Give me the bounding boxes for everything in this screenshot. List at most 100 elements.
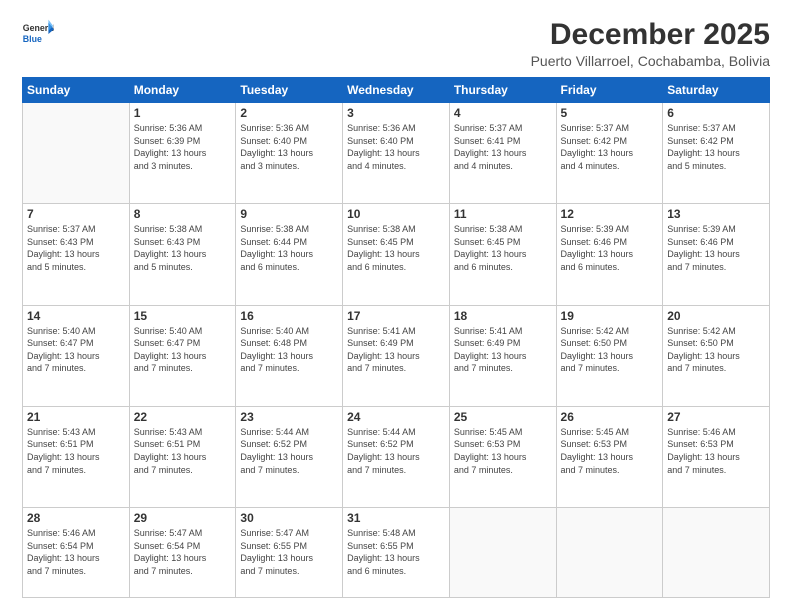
day-info: Sunrise: 5:47 AM Sunset: 6:55 PM Dayligh… [240, 527, 338, 577]
calendar-cell [449, 508, 556, 598]
day-info: Sunrise: 5:44 AM Sunset: 6:52 PM Dayligh… [240, 426, 338, 476]
day-info: Sunrise: 5:37 AM Sunset: 6:43 PM Dayligh… [27, 223, 125, 273]
day-info: Sunrise: 5:40 AM Sunset: 6:48 PM Dayligh… [240, 325, 338, 375]
day-number: 19 [561, 309, 659, 323]
day-info: Sunrise: 5:37 AM Sunset: 6:41 PM Dayligh… [454, 122, 552, 172]
day-info: Sunrise: 5:36 AM Sunset: 6:39 PM Dayligh… [134, 122, 232, 172]
calendar-cell: 14 Sunrise: 5:40 AM Sunset: 6:47 PM Dayli… [23, 305, 130, 406]
day-number: 12 [561, 207, 659, 221]
calendar-cell: 12 Sunrise: 5:39 AM Sunset: 6:46 PM Dayli… [556, 204, 663, 305]
day-info: Sunrise: 5:42 AM Sunset: 6:50 PM Dayligh… [561, 325, 659, 375]
logo-icon: General Blue [22, 18, 54, 50]
day-number: 8 [134, 207, 232, 221]
day-header: Sunday [23, 78, 130, 103]
calendar-cell [663, 508, 770, 598]
day-info: Sunrise: 5:37 AM Sunset: 6:42 PM Dayligh… [561, 122, 659, 172]
calendar-cell: 22 Sunrise: 5:43 AM Sunset: 6:51 PM Dayli… [129, 406, 236, 507]
day-number: 28 [27, 511, 125, 525]
calendar-cell: 19 Sunrise: 5:42 AM Sunset: 6:50 PM Dayli… [556, 305, 663, 406]
calendar-cell: 26 Sunrise: 5:45 AM Sunset: 6:53 PM Dayli… [556, 406, 663, 507]
calendar-cell: 2 Sunrise: 5:36 AM Sunset: 6:40 PM Daylig… [236, 103, 343, 204]
day-info: Sunrise: 5:46 AM Sunset: 6:53 PM Dayligh… [667, 426, 765, 476]
calendar: SundayMondayTuesdayWednesdayThursdayFrid… [22, 77, 770, 598]
day-number: 24 [347, 410, 445, 424]
calendar-cell: 31 Sunrise: 5:48 AM Sunset: 6:55 PM Dayli… [343, 508, 450, 598]
day-info: Sunrise: 5:39 AM Sunset: 6:46 PM Dayligh… [561, 223, 659, 273]
day-number: 29 [134, 511, 232, 525]
page: General Blue December 2025 Puerto Villar… [0, 0, 792, 612]
day-info: Sunrise: 5:47 AM Sunset: 6:54 PM Dayligh… [134, 527, 232, 577]
calendar-cell: 1 Sunrise: 5:36 AM Sunset: 6:39 PM Daylig… [129, 103, 236, 204]
day-number: 27 [667, 410, 765, 424]
location-title: Puerto Villarroel, Cochabamba, Bolivia [531, 53, 770, 69]
day-number: 22 [134, 410, 232, 424]
calendar-cell: 28 Sunrise: 5:46 AM Sunset: 6:54 PM Dayli… [23, 508, 130, 598]
calendar-cell: 29 Sunrise: 5:47 AM Sunset: 6:54 PM Dayli… [129, 508, 236, 598]
day-info: Sunrise: 5:42 AM Sunset: 6:50 PM Dayligh… [667, 325, 765, 375]
calendar-cell: 25 Sunrise: 5:45 AM Sunset: 6:53 PM Dayli… [449, 406, 556, 507]
day-number: 5 [561, 106, 659, 120]
day-header: Tuesday [236, 78, 343, 103]
day-header: Wednesday [343, 78, 450, 103]
day-info: Sunrise: 5:41 AM Sunset: 6:49 PM Dayligh… [347, 325, 445, 375]
day-number: 20 [667, 309, 765, 323]
calendar-cell: 16Sunrise: 5:40 AM Sunset: 6:48 PM Dayli… [236, 305, 343, 406]
day-number: 14 [27, 309, 125, 323]
calendar-cell: 23 Sunrise: 5:44 AM Sunset: 6:52 PM Dayli… [236, 406, 343, 507]
day-number: 23 [240, 410, 338, 424]
month-title: December 2025 [531, 18, 770, 51]
calendar-cell: 13 Sunrise: 5:39 AM Sunset: 6:46 PM Dayli… [663, 204, 770, 305]
day-info: Sunrise: 5:37 AM Sunset: 6:42 PM Dayligh… [667, 122, 765, 172]
calendar-cell: 9Sunrise: 5:38 AM Sunset: 6:44 PM Daylig… [236, 204, 343, 305]
day-number: 6 [667, 106, 765, 120]
day-number: 15 [134, 309, 232, 323]
day-number: 7 [27, 207, 125, 221]
calendar-cell: 4Sunrise: 5:37 AM Sunset: 6:41 PM Daylig… [449, 103, 556, 204]
day-info: Sunrise: 5:44 AM Sunset: 6:52 PM Dayligh… [347, 426, 445, 476]
day-info: Sunrise: 5:36 AM Sunset: 6:40 PM Dayligh… [347, 122, 445, 172]
calendar-cell: 24 Sunrise: 5:44 AM Sunset: 6:52 PM Dayli… [343, 406, 450, 507]
calendar-cell: 15Sunrise: 5:40 AM Sunset: 6:47 PM Dayli… [129, 305, 236, 406]
day-info: Sunrise: 5:43 AM Sunset: 6:51 PM Dayligh… [27, 426, 125, 476]
calendar-cell: 18 Sunrise: 5:41 AM Sunset: 6:49 PM Dayli… [449, 305, 556, 406]
day-number: 11 [454, 207, 552, 221]
day-number: 30 [240, 511, 338, 525]
day-number: 9 [240, 207, 338, 221]
day-info: Sunrise: 5:43 AM Sunset: 6:51 PM Dayligh… [134, 426, 232, 476]
calendar-cell: 7 Sunrise: 5:37 AM Sunset: 6:43 PM Daylig… [23, 204, 130, 305]
day-header: Saturday [663, 78, 770, 103]
day-info: Sunrise: 5:38 AM Sunset: 6:45 PM Dayligh… [347, 223, 445, 273]
calendar-cell: 6 Sunrise: 5:37 AM Sunset: 6:42 PM Daylig… [663, 103, 770, 204]
day-number: 17 [347, 309, 445, 323]
calendar-cell: 10 Sunrise: 5:38 AM Sunset: 6:45 PM Dayli… [343, 204, 450, 305]
day-number: 2 [240, 106, 338, 120]
day-info: Sunrise: 5:45 AM Sunset: 6:53 PM Dayligh… [454, 426, 552, 476]
day-header: Friday [556, 78, 663, 103]
day-number: 21 [27, 410, 125, 424]
day-info: Sunrise: 5:41 AM Sunset: 6:49 PM Dayligh… [454, 325, 552, 375]
day-number: 26 [561, 410, 659, 424]
calendar-cell [23, 103, 130, 204]
day-header: Monday [129, 78, 236, 103]
calendar-cell: 11Sunrise: 5:38 AM Sunset: 6:45 PM Dayli… [449, 204, 556, 305]
day-info: Sunrise: 5:40 AM Sunset: 6:47 PM Dayligh… [27, 325, 125, 375]
day-number: 10 [347, 207, 445, 221]
day-info: Sunrise: 5:39 AM Sunset: 6:46 PM Dayligh… [667, 223, 765, 273]
calendar-cell: 17 Sunrise: 5:41 AM Sunset: 6:49 PM Dayli… [343, 305, 450, 406]
day-number: 18 [454, 309, 552, 323]
day-number: 31 [347, 511, 445, 525]
calendar-cell: 5 Sunrise: 5:37 AM Sunset: 6:42 PM Daylig… [556, 103, 663, 204]
calendar-cell [556, 508, 663, 598]
day-number: 13 [667, 207, 765, 221]
calendar-cell: 8Sunrise: 5:38 AM Sunset: 6:43 PM Daylig… [129, 204, 236, 305]
day-number: 1 [134, 106, 232, 120]
day-info: Sunrise: 5:48 AM Sunset: 6:55 PM Dayligh… [347, 527, 445, 577]
day-info: Sunrise: 5:36 AM Sunset: 6:40 PM Dayligh… [240, 122, 338, 172]
day-number: 25 [454, 410, 552, 424]
day-info: Sunrise: 5:45 AM Sunset: 6:53 PM Dayligh… [561, 426, 659, 476]
day-info: Sunrise: 5:46 AM Sunset: 6:54 PM Dayligh… [27, 527, 125, 577]
calendar-cell: 30 Sunrise: 5:47 AM Sunset: 6:55 PM Dayli… [236, 508, 343, 598]
calendar-cell: 20 Sunrise: 5:42 AM Sunset: 6:50 PM Dayli… [663, 305, 770, 406]
calendar-cell: 27 Sunrise: 5:46 AM Sunset: 6:53 PM Dayli… [663, 406, 770, 507]
calendar-cell: 21 Sunrise: 5:43 AM Sunset: 6:51 PM Dayli… [23, 406, 130, 507]
